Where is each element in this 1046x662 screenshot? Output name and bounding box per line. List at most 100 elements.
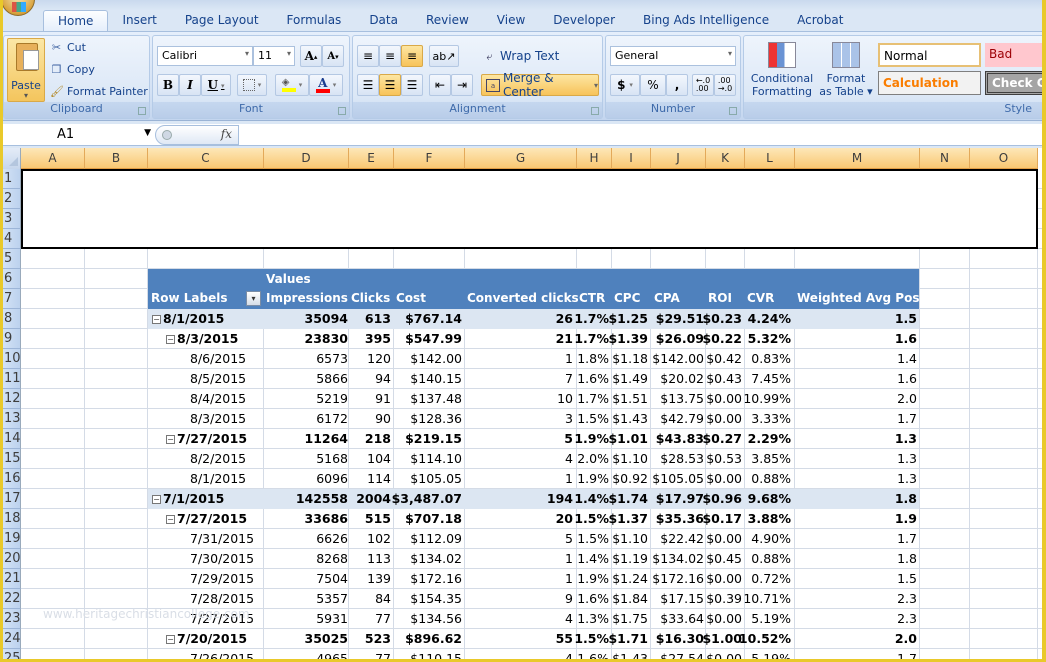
cell-cpa[interactable]: $17.15: [660, 591, 704, 606]
row-header-19[interactable]: 19: [3, 529, 21, 549]
row-header-4[interactable]: 4: [3, 229, 21, 249]
row-header-24[interactable]: 24: [3, 629, 21, 649]
cell-pos[interactable]: 1.3: [897, 451, 917, 466]
row-header-14[interactable]: 14: [3, 429, 21, 449]
cell-roi[interactable]: $0.00: [706, 611, 742, 626]
cell-cpa[interactable]: $29.51: [656, 311, 704, 326]
align-left-button[interactable]: ☰: [357, 74, 379, 96]
cell-ctr[interactable]: 1.7%: [574, 311, 609, 326]
cell-cpc[interactable]: $1.01: [608, 431, 648, 446]
cell-cost[interactable]: $154.35: [410, 591, 462, 606]
bold-button[interactable]: B: [157, 74, 179, 96]
row-header-13[interactable]: 13: [3, 409, 21, 429]
collapse-icon[interactable]: −: [152, 495, 161, 504]
row-header-12[interactable]: 12: [3, 389, 21, 409]
cell-cost[interactable]: $767.14: [405, 311, 462, 326]
cell-cvr[interactable]: 10.52%: [739, 631, 791, 646]
column-header-C[interactable]: C: [148, 148, 264, 169]
cell-cost[interactable]: $142.00: [410, 351, 462, 366]
cell-clicks[interactable]: 114: [367, 471, 391, 486]
align-right-button[interactable]: ☰: [401, 74, 423, 96]
cell-ctr[interactable]: 1.6%: [577, 371, 609, 386]
style-bad[interactable]: Bad: [985, 43, 1042, 67]
cell-cpc[interactable]: $1.18: [612, 351, 648, 366]
style-normal[interactable]: Normal: [878, 43, 981, 67]
cell-pos[interactable]: 1.6: [897, 371, 917, 386]
cell-cpc[interactable]: $1.71: [608, 631, 648, 646]
worksheet-grid[interactable]: A B C D E F G H I J K L M N O 1 2 3 4 5 6 7 8 9 10 11 12 13 14 15 16 17…: [3, 148, 1042, 659]
cell-clicks[interactable]: 90: [375, 411, 391, 426]
cell-cvr[interactable]: 7.45%: [751, 371, 791, 386]
row-header-5[interactable]: 5: [3, 249, 21, 269]
row-header-23[interactable]: 23: [3, 609, 21, 629]
column-header-G[interactable]: G: [465, 148, 577, 169]
cell-impressions[interactable]: 5931: [316, 611, 348, 626]
cell-clicks[interactable]: 515: [365, 511, 391, 526]
cell-impressions[interactable]: 5357: [316, 591, 348, 606]
cell-cost[interactable]: $112.09: [410, 531, 462, 546]
cell-ctr[interactable]: 1.5%: [574, 511, 609, 526]
cell-impressions[interactable]: 23830: [305, 331, 349, 346]
cell-conv[interactable]: 4: [565, 611, 573, 626]
top-align-button[interactable]: ≡: [357, 45, 379, 67]
cell-pos[interactable]: 1.7: [897, 651, 917, 659]
cell-cpa[interactable]: $105.05: [652, 471, 704, 486]
tab-data[interactable]: Data: [355, 10, 412, 32]
cell-cpc[interactable]: $1.37: [608, 511, 648, 526]
italic-button[interactable]: I: [179, 74, 201, 96]
cell-roi[interactable]: $1.00: [702, 631, 742, 646]
cell-conv[interactable]: 194: [547, 491, 573, 506]
cell-cvr[interactable]: 5.19%: [751, 651, 791, 659]
resize-handle-icon[interactable]: [162, 130, 172, 140]
cell-cpc[interactable]: $1.25: [608, 311, 648, 326]
cell-cvr[interactable]: 10.99%: [743, 391, 791, 406]
cell-cpa[interactable]: $35.36: [656, 511, 704, 526]
cell-ctr[interactable]: 1.8%: [577, 351, 609, 366]
column-header-M[interactable]: M: [795, 148, 920, 169]
row-header-7[interactable]: 7: [3, 289, 21, 309]
style-calculation[interactable]: Calculation: [878, 71, 981, 95]
cell-conv[interactable]: 3: [565, 411, 573, 426]
cell-roi[interactable]: $0.43: [706, 371, 742, 386]
cell-cvr[interactable]: 10.71%: [743, 591, 791, 606]
cell-cost[interactable]: $172.16: [410, 571, 462, 586]
cell-roi[interactable]: $0.22: [702, 331, 742, 346]
cell-roi[interactable]: $0.27: [702, 431, 742, 446]
tab-review[interactable]: Review: [412, 10, 483, 32]
shrink-font-button[interactable]: A ▾: [322, 45, 344, 67]
cell-impressions[interactable]: 6096: [316, 471, 348, 486]
cell-ctr[interactable]: 1.9%: [577, 471, 609, 486]
cell-pos[interactable]: 1.3: [895, 431, 917, 446]
cell-conv[interactable]: 1: [565, 351, 573, 366]
align-center-button[interactable]: ☰: [379, 74, 401, 96]
cell-cvr[interactable]: 3.85%: [751, 451, 791, 466]
cell-impressions[interactable]: 5866: [316, 371, 348, 386]
format-painter-button[interactable]: 🖌 Format Painter: [50, 85, 148, 98]
column-header-D[interactable]: D: [264, 148, 349, 169]
tab-developer[interactable]: Developer: [539, 10, 629, 32]
cell-pos[interactable]: 1.7: [897, 531, 917, 546]
cell-cost[interactable]: $134.02: [410, 551, 462, 566]
cell-roi[interactable]: $0.23: [702, 311, 742, 326]
cell-cost[interactable]: $140.15: [410, 371, 462, 386]
cell-cpa[interactable]: $43.83: [656, 431, 704, 446]
row-header-2[interactable]: 2: [3, 189, 21, 209]
collapse-icon[interactable]: −: [166, 335, 175, 344]
format-as-table-button[interactable]: Format as Table ▾: [818, 40, 874, 100]
dialog-launcher-icon[interactable]: [138, 107, 146, 115]
cell-cost[interactable]: $3,487.07: [392, 491, 462, 506]
select-all-button[interactable]: [3, 148, 21, 169]
cut-button[interactable]: ✂ Cut: [50, 41, 86, 54]
dialog-launcher-icon[interactable]: [338, 107, 346, 115]
fill-color-button[interactable]: ◈ ▾: [275, 74, 309, 96]
cell-conv[interactable]: 5: [565, 531, 573, 546]
cell-cpa[interactable]: $16.30: [656, 631, 704, 646]
row-header-9[interactable]: 9: [3, 329, 21, 349]
cell-conv[interactable]: 4: [565, 451, 573, 466]
cell-ctr[interactable]: 1.4%: [577, 551, 609, 566]
font-size-combo[interactable]: 11 ▾: [253, 46, 295, 66]
conditional-formatting-button[interactable]: Conditional Formatting ▾: [748, 40, 816, 111]
cell-impressions[interactable]: 11264: [305, 431, 349, 446]
cell-conv[interactable]: 1: [565, 471, 573, 486]
cell-cost[interactable]: $547.99: [405, 331, 462, 346]
